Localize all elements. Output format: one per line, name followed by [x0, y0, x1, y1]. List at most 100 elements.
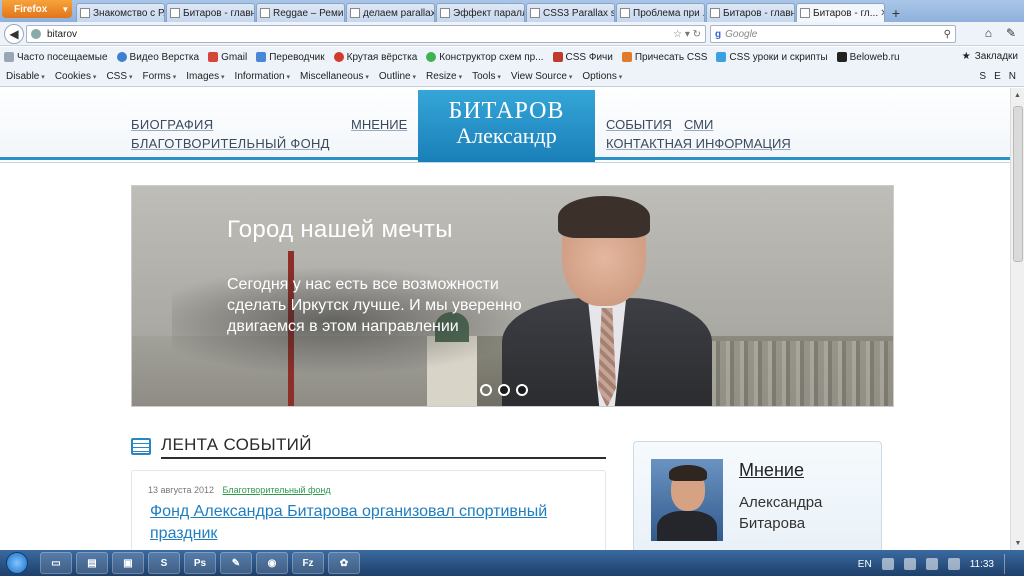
taskbar-app-skype[interactable]: S [148, 552, 180, 574]
tray-app-icon[interactable] [881, 558, 894, 570]
dev-status-n[interactable]: N [1009, 71, 1016, 82]
bookmark-item[interactable]: Gmail [208, 52, 247, 63]
dev-menu-information[interactable]: Information [235, 71, 291, 82]
taskbar-app-firefox[interactable]: ◉ [256, 552, 288, 574]
clock[interactable]: 11:33 [970, 559, 994, 570]
browser-tab[interactable]: делаем parallax ... [346, 3, 435, 22]
windows-logo-icon [6, 552, 28, 574]
news-title-link[interactable]: Фонд Александра Битарова организовал спо… [150, 501, 590, 545]
taskbar-app-filezilla[interactable]: Fz [292, 552, 324, 574]
dev-status-e[interactable]: E [994, 71, 1001, 82]
taskbar-app-explorer[interactable]: ▭ [40, 552, 72, 574]
nav-link-opinion[interactable]: МНЕНИЕ [351, 117, 407, 132]
browser-tab-active[interactable]: Битаров - гл...✕ [796, 3, 885, 22]
bookmark-icon [836, 52, 847, 62]
notepad-icon: ▤ [87, 557, 97, 569]
nav-link-biography[interactable]: БИОГРАФИЯ [131, 117, 213, 132]
search-bar[interactable]: g Google ⚲ [710, 25, 956, 43]
nav-right-tools: ⌂ ✎ [985, 26, 1016, 40]
site-logo[interactable]: БИТАРОВ Александр [418, 90, 595, 162]
show-desktop-button[interactable] [1004, 554, 1018, 574]
dev-menu-images[interactable]: Images [186, 71, 224, 82]
bookmark-item[interactable]: CSS Фичи [552, 52, 613, 63]
bookmark-star-icon[interactable]: ☆ ▾ ↻ [673, 29, 705, 40]
browser-tab[interactable]: Эффект паралл... [436, 3, 525, 22]
slider-dot[interactable] [516, 384, 528, 396]
web-developer-toolbar: Disable Cookies CSS Forms Images Informa… [0, 67, 1024, 87]
dev-menu-cookies[interactable]: Cookies [55, 71, 97, 82]
firefox-menu-button[interactable]: Firefox ▼ [2, 0, 72, 18]
tools-icon[interactable]: ✎ [1006, 26, 1016, 40]
taskbar-app-notepadpp[interactable]: ✎ [220, 552, 252, 574]
back-button[interactable]: ◀ [4, 23, 24, 44]
taskbar-app-photoshop[interactable]: Ps [184, 552, 216, 574]
dev-menu-tools[interactable]: Tools [472, 71, 501, 82]
scrollbar-thumb[interactable] [1013, 106, 1023, 262]
news-category-link[interactable]: Благотворительный фонд [223, 485, 331, 495]
browser-tab[interactable]: Битаров - главн... [166, 3, 255, 22]
tray-volume-icon[interactable] [947, 558, 960, 570]
taskbar-app-network[interactable]: ▣ [112, 552, 144, 574]
tray-flag-icon[interactable] [925, 558, 938, 570]
browser-tab[interactable]: Знакомство с Р... [76, 3, 165, 22]
dev-status-s[interactable]: S [979, 71, 986, 82]
slide-city [692, 341, 893, 406]
browser-tab[interactable]: Reggae – Ремик... [256, 3, 345, 22]
slider-dot[interactable] [498, 384, 510, 396]
bookmark-icon [333, 52, 344, 62]
start-button[interactable] [2, 550, 32, 576]
language-indicator[interactable]: EN [858, 559, 872, 570]
address-bar[interactable]: bitarov ☆ ▾ ↻ [26, 25, 706, 43]
nav-link-contacts[interactable]: КОНТАКТНАЯ ИНФОРМАЦИЯ [606, 136, 791, 151]
bookmark-icon [621, 52, 632, 62]
nav-link-media[interactable]: СМИ [684, 117, 713, 132]
dev-menu-css[interactable]: CSS [106, 71, 132, 82]
taskbar-app-notepad[interactable]: ▤ [76, 552, 108, 574]
bookmark-item[interactable]: CSS уроки и скрипты [716, 52, 828, 63]
opinion-photo[interactable] [651, 459, 723, 541]
hero-slider[interactable]: Город нашей мечты Сегодня у нас есть все… [131, 185, 894, 407]
favicon-icon [260, 8, 270, 18]
taskbar-app-utility[interactable]: ✿ [328, 552, 360, 574]
bookmark-item[interactable]: Причесать CSS [621, 52, 707, 63]
tray-network-icon[interactable] [903, 558, 916, 570]
browser-tab[interactable]: CSS3 Parallax scr... [526, 3, 615, 22]
bookmark-icon [4, 52, 14, 62]
news-date: 13 августа 2012 [148, 485, 215, 495]
bookmarks-toolbar: Часто посещаемые Видео Верстка Gmail Пер… [0, 47, 1024, 67]
browser-tab[interactable]: Проблема при ... [616, 3, 705, 22]
search-icon[interactable]: ⚲ [944, 29, 955, 40]
bookmark-item[interactable]: Часто посещаемые [4, 52, 108, 63]
opinion-author: Александра Битарова [739, 494, 823, 532]
scroll-down-icon[interactable]: ▼ [1011, 536, 1024, 550]
dev-menu-options[interactable]: Options [582, 71, 622, 82]
windows-taskbar: ▭ ▤ ▣ S Ps ✎ ◉ Fz ✿ EN 11:33 [0, 550, 1024, 576]
slider-dot[interactable] [480, 384, 492, 396]
site-header: БИОГРАФИЯ БЛАГОТВОРИТЕЛЬНЫЙ ФОНД МНЕНИЕ … [0, 88, 1010, 163]
page-scrollbar[interactable]: ▲ ▼ [1010, 88, 1024, 550]
opinion-title-link[interactable]: Мнение [739, 460, 804, 481]
nav-link-charity-fund[interactable]: БЛАГОТВОРИТЕЛЬНЫЙ ФОНД [131, 136, 330, 151]
dev-menu-resize[interactable]: Resize [426, 71, 462, 82]
bookmark-item[interactable]: Видео Верстка [116, 52, 199, 63]
dev-menu-forms[interactable]: Forms [142, 71, 176, 82]
slide-portrait [502, 196, 712, 406]
home-icon[interactable]: ⌂ [985, 26, 992, 40]
dev-menu-disable[interactable]: Disable [6, 71, 45, 82]
firefox-icon: ◉ [267, 557, 277, 569]
google-icon: g [715, 28, 722, 40]
dev-menu-view-source[interactable]: View Source [511, 71, 572, 82]
new-tab-button[interactable]: + [886, 3, 906, 22]
bookmark-item[interactable]: Крутая вёрстка [333, 52, 417, 63]
bookmark-item[interactable]: Beloweb.ru [836, 52, 900, 63]
news-meta: 13 августа 2012 Благотворительный фонд [148, 485, 331, 495]
scroll-up-icon[interactable]: ▲ [1011, 88, 1024, 102]
bookmark-item[interactable]: Конструктор схем пр... [426, 52, 544, 63]
close-tab-icon[interactable]: ✕ [878, 8, 884, 19]
dev-menu-miscellaneous[interactable]: Miscellaneous [300, 71, 369, 82]
nav-link-events[interactable]: СОБЫТИЯ [606, 117, 672, 132]
bookmark-item[interactable]: Переводчик [256, 52, 325, 63]
bookmarks-menu[interactable]: ★ Закладки [962, 51, 1018, 62]
dev-menu-outline[interactable]: Outline [379, 71, 416, 82]
browser-tab[interactable]: Битаров - главн... [706, 3, 795, 22]
